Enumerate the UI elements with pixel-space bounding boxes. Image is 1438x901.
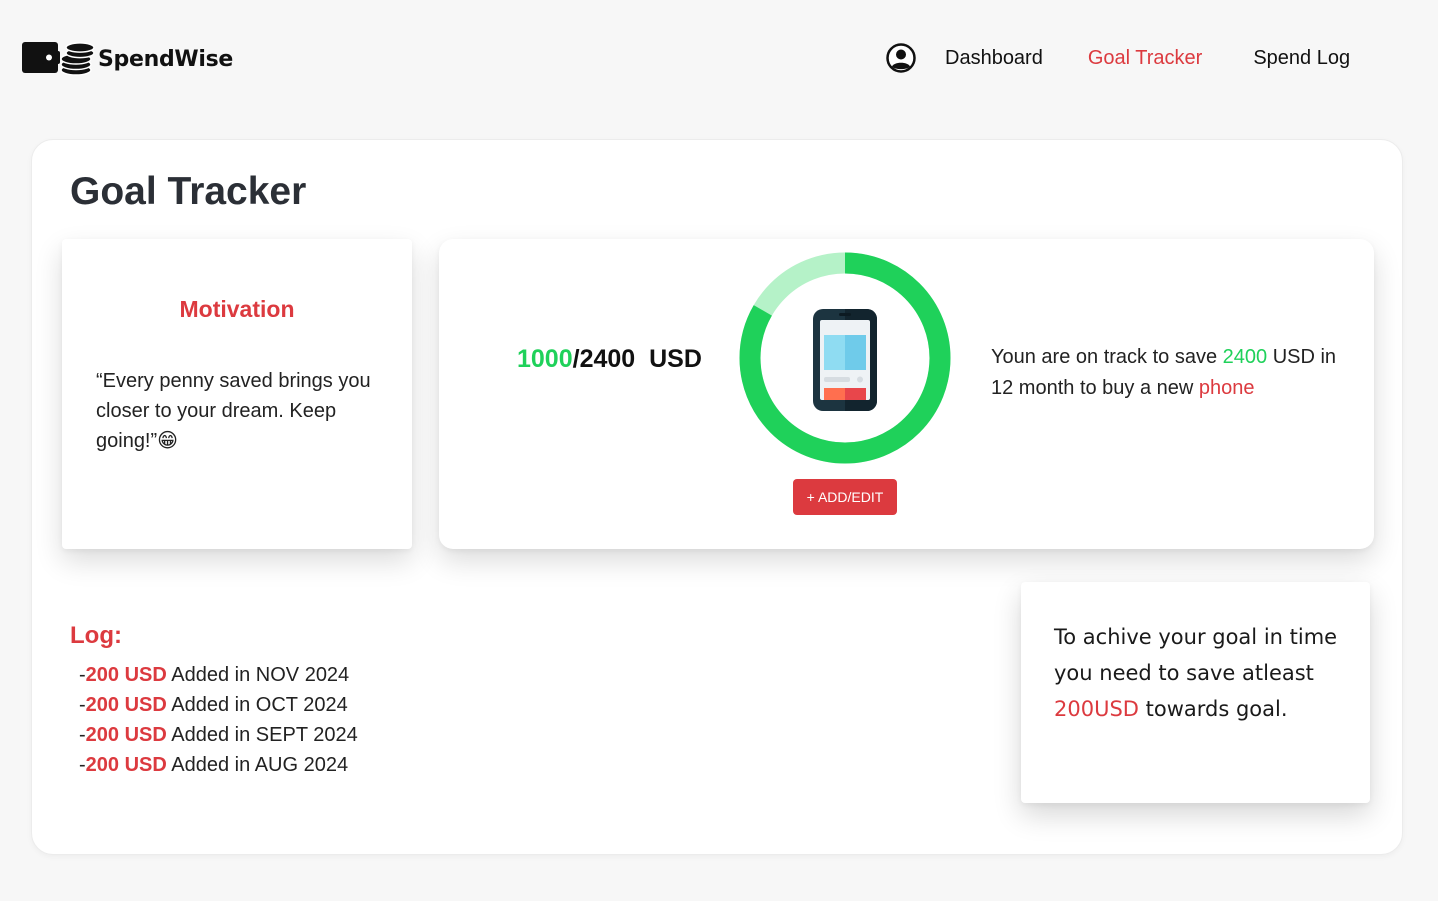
- log-entry: -200 USD Added in AUG 2024: [79, 750, 358, 780]
- track-amount: 2400: [1222, 346, 1268, 368]
- main-nav: Dashboard Goal Tracker Spend Log: [886, 43, 1350, 73]
- log-entry-text: Added in SEPT 2024: [166, 724, 358, 746]
- goal-tracker-panel: Goal Tracker Motivation “Every penny sav…: [31, 139, 1403, 855]
- log-title: Log:: [70, 622, 122, 649]
- log-list: -200 USD Added in NOV 2024 -200 USD Adde…: [79, 660, 358, 780]
- page-title: Goal Tracker: [70, 170, 307, 213]
- savings-advice-text: To achive your goal in time you need to …: [1054, 619, 1344, 727]
- log-entry: -200 USD Added in OCT 2024: [79, 690, 358, 720]
- log-entry-text: Added in NOV 2024: [166, 664, 350, 686]
- motivation-card: Motivation “Every penny saved brings you…: [62, 239, 412, 549]
- app-name: SpendWise: [98, 46, 234, 72]
- amount-separator: /: [572, 345, 580, 373]
- log-entry-amount: 200 USD: [85, 694, 167, 716]
- log-entry-prefix: -: [79, 664, 86, 686]
- log-entry-prefix: -: [79, 754, 86, 776]
- saved-amount: 1000: [517, 345, 573, 373]
- motivation-quote: “Every penny saved brings you closer to …: [96, 370, 371, 452]
- smartphone-icon: [813, 309, 877, 411]
- log-entry: -200 USD Added in NOV 2024: [79, 660, 358, 690]
- track-item: phone: [1198, 377, 1255, 399]
- log-entry-amount: 200 USD: [85, 754, 167, 776]
- nav-dashboard[interactable]: Dashboard: [945, 47, 1043, 70]
- log-entry-prefix: -: [79, 724, 86, 746]
- app-logo[interactable]: SpendWise: [22, 40, 233, 78]
- track-prefix: Youn are on track to save: [991, 346, 1223, 368]
- amount-currency: USD: [635, 345, 702, 373]
- add-edit-button[interactable]: + ADD/EDIT: [793, 479, 897, 515]
- savings-advice-card: To achive your goal in time you need to …: [1021, 582, 1370, 803]
- goal-status-text: Youn are on track to save 2400 USD in 12…: [991, 342, 1351, 404]
- log-entry-amount: 200 USD: [85, 724, 167, 746]
- target-amount: 2400: [579, 345, 636, 373]
- log-entry: -200 USD Added in SEPT 2024: [79, 720, 358, 750]
- wallet-coins-icon: [22, 42, 95, 76]
- goal-progress-card: 1000/2400 USD + ADD/EDIT Youn are on tra…: [439, 239, 1374, 549]
- advice-amount: 200USD: [1054, 697, 1139, 721]
- advice-prefix: To achive your goal in time you need to …: [1054, 625, 1338, 685]
- advice-suffix: towards goal.: [1138, 697, 1288, 721]
- log-entry-text: Added in AUG 2024: [166, 754, 349, 776]
- nav-goal-tracker[interactable]: Goal Tracker: [1088, 47, 1202, 70]
- goal-amount: 1000/2400 USD: [517, 345, 702, 374]
- log-entry-prefix: -: [79, 694, 86, 716]
- top-header: SpendWise Dashboard Goal Tracker Spend L…: [0, 0, 1438, 120]
- motivation-title: Motivation: [179, 296, 295, 322]
- user-avatar-icon[interactable]: [886, 43, 916, 73]
- log-entry-text: Added in OCT 2024: [166, 694, 348, 716]
- nav-spend-log[interactable]: Spend Log: [1253, 47, 1350, 70]
- log-entry-amount: 200 USD: [85, 664, 167, 686]
